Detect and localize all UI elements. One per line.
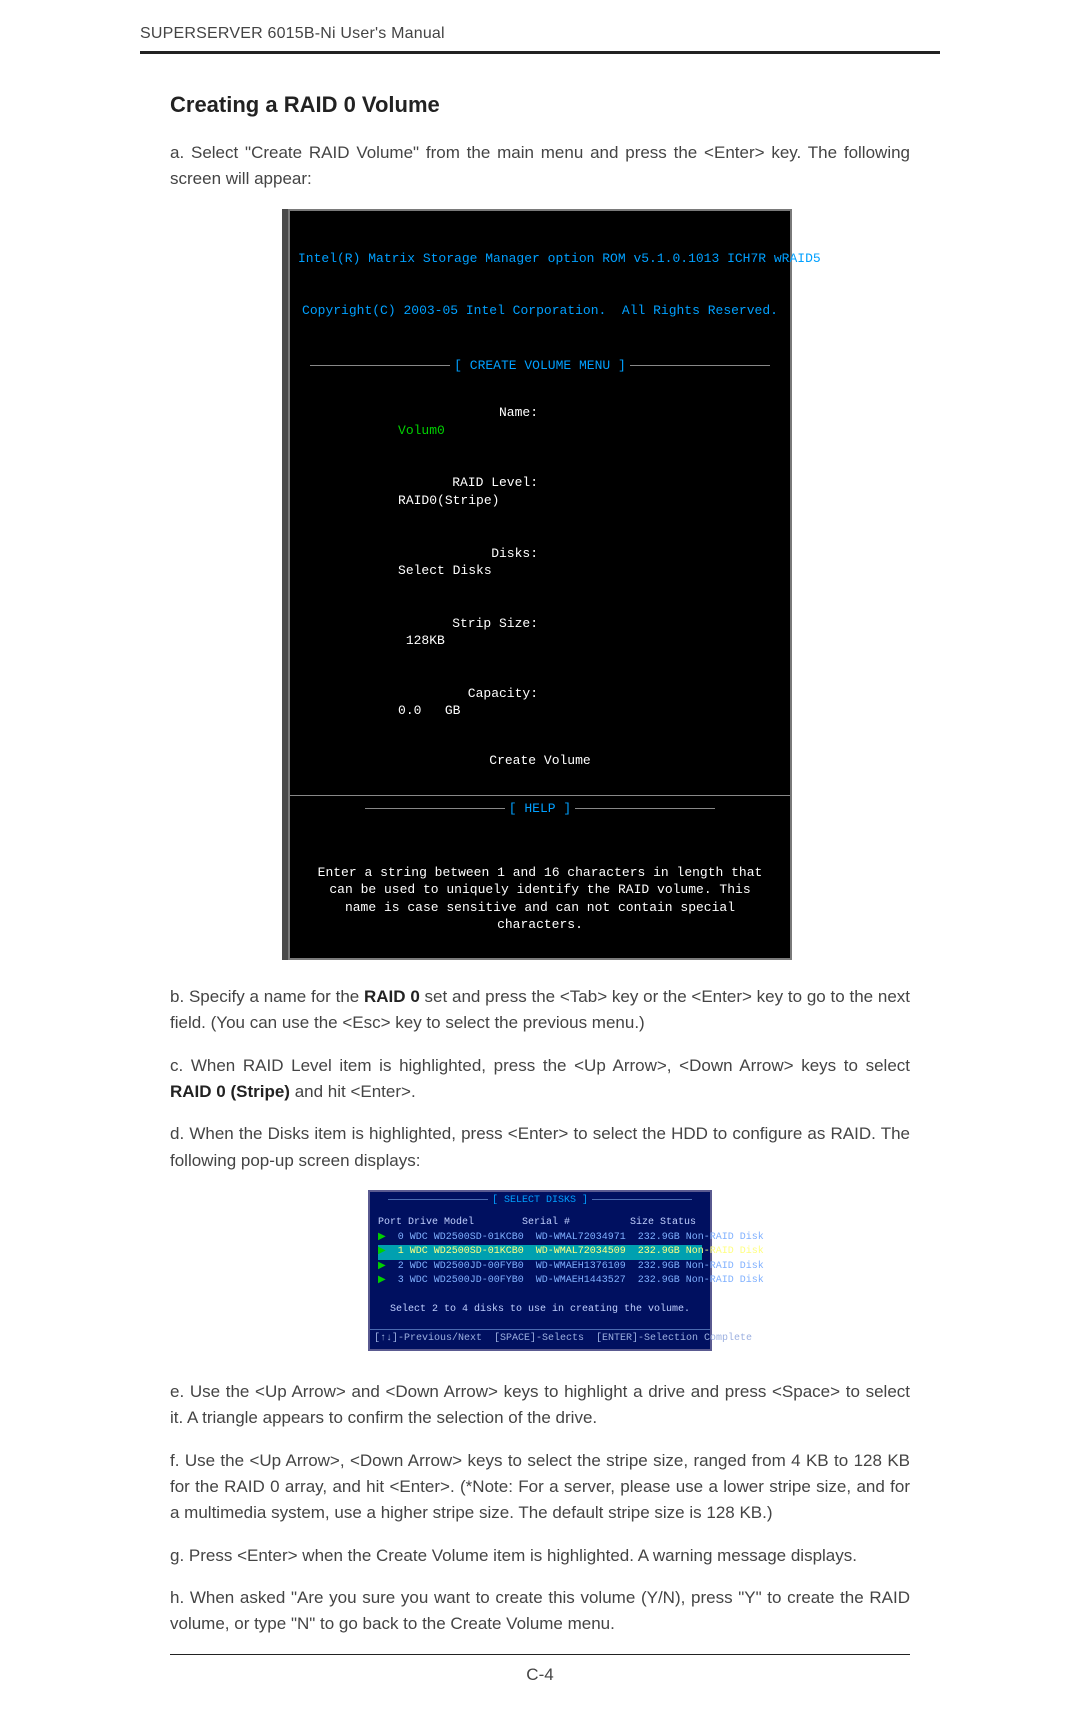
paragraph-c-pre: c. When RAID Level item is highlighted, … — [170, 1056, 910, 1075]
paragraph-c-post: and hit <Enter>. — [290, 1082, 416, 1101]
bios-menu-label: [ CREATE VOLUME MENU ] — [290, 357, 790, 375]
bios-cap-value: 0.0 GB — [388, 702, 460, 720]
bios-disks-value: Select Disks — [388, 562, 492, 580]
bios-strip-value: 128KB — [388, 632, 445, 650]
bios-title: Intel(R) Matrix Storage Manager option R… — [290, 211, 790, 357]
section-heading: Creating a RAID 0 Volume — [170, 92, 910, 118]
disks-row: ▶ 1 WDC WD2500SD-01KCB0 WD-WMAL72034509 … — [378, 1245, 702, 1260]
paragraph-f: f. Use the <Up Arrow>, <Down Arrow> keys… — [170, 1448, 910, 1527]
bios-create-volume-screenshot: Intel(R) Matrix Storage Manager option R… — [288, 209, 792, 960]
bios-help-label: [ HELP ] — [290, 800, 790, 818]
paragraph-b: b. Specify a name for the RAID 0 set and… — [170, 984, 910, 1037]
paragraph-a: a. Select "Create RAID Volume" from the … — [170, 140, 910, 193]
running-header: SUPERSERVER 6015B-Ni User's Manual — [140, 25, 940, 49]
disk-row-marker-icon: ▶ — [378, 1275, 386, 1286]
bios-disks-label: Disks: — [388, 545, 538, 563]
disk-row-marker-icon: ▶ — [378, 1232, 386, 1243]
paragraph-c-bold: RAID 0 (Stripe) — [170, 1082, 290, 1101]
header-rule — [140, 51, 940, 54]
bios-fields: Name: Volum0 RAID Level: RAID0(Stripe) D… — [290, 381, 790, 785]
bios-divider — [290, 795, 790, 796]
bios-strip-label: Strip Size: — [388, 615, 538, 633]
disks-row: ▶ 0 WDC WD2500SD-01KCB0 WD-WMAL72034971 … — [378, 1231, 702, 1246]
paragraph-c: c. When RAID Level item is highlighted, … — [170, 1053, 910, 1106]
disks-row: ▶ 3 WDC WD2500JD-00FYB0 WD-WMAEH1443527 … — [378, 1274, 702, 1289]
bios-title-line1: Intel(R) Matrix Storage Manager option R… — [298, 250, 782, 268]
bios-name-label: Name: — [388, 404, 538, 422]
paragraph-d: d. When the Disks item is highlighted, p… — [170, 1121, 910, 1174]
disk-row-marker-icon: ▶ — [378, 1246, 386, 1257]
body-content: Creating a RAID 0 Volume a. Select "Crea… — [140, 92, 940, 1655]
bios-title-line2: Copyright(C) 2003-05 Intel Corporation. … — [298, 302, 782, 320]
disk-row-marker-icon: ▶ — [378, 1261, 386, 1272]
paragraph-e: e. Use the <Up Arrow> and <Down Arrow> k… — [170, 1379, 910, 1432]
footer-rule — [170, 1654, 910, 1655]
disks-title: [ SELECT DISKS ] — [370, 1192, 710, 1211]
bios-select-disks-screenshot: [ SELECT DISKS ] Port Drive Model Serial… — [368, 1190, 712, 1351]
paragraph-b-pre: b. Specify a name for the — [170, 987, 364, 1006]
paragraph-b-bold: RAID 0 — [364, 987, 420, 1006]
disks-rows: ▶ 0 WDC WD2500SD-01KCB0 WD-WMAL72034971 … — [378, 1231, 702, 1289]
disks-header: Port Drive Model Serial # Size Status — [378, 1216, 702, 1231]
bios-help-text: Enter a string between 1 and 16 characte… — [290, 824, 790, 958]
paragraph-g: g. Press <Enter> when the Create Volume … — [170, 1543, 910, 1569]
bios-cap-label: Capacity: — [388, 685, 538, 703]
bios-create-volume: Create Volume — [310, 752, 770, 770]
disks-row: ▶ 2 WDC WD2500JD-00FYB0 WD-WMAEH1376109 … — [378, 1260, 702, 1275]
disks-footer: [↑↓]-Previous/Next [SPACE]-Selects [ENTE… — [370, 1329, 710, 1349]
bios-name-value: Volum0 — [388, 422, 445, 440]
page-number: C-4 — [140, 1665, 940, 1685]
paragraph-h: h. When asked "Are you sure you want to … — [170, 1585, 910, 1638]
disks-note: Select 2 to 4 disks to use in creating t… — [378, 1289, 702, 1326]
bios-raid-label: RAID Level: — [388, 474, 538, 492]
bios-raid-value: RAID0(Stripe) — [388, 492, 499, 510]
